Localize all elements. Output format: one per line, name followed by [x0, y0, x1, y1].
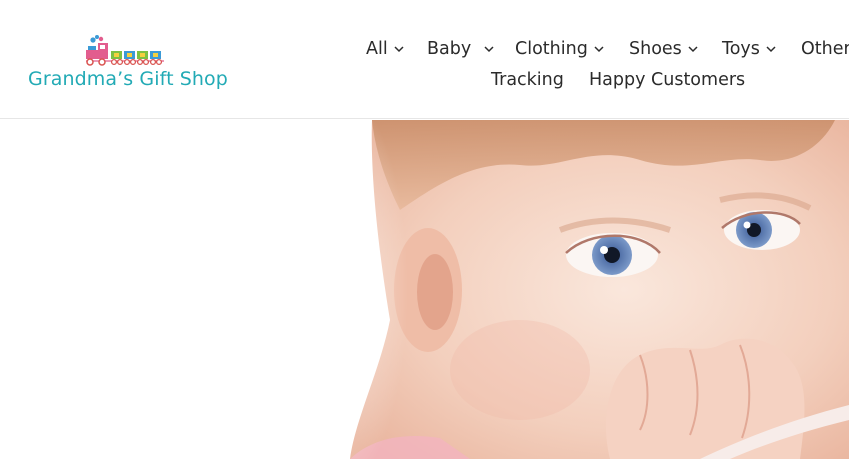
nav-item-happy-customers[interactable]: Happy Customers — [589, 68, 745, 92]
nav-item-tracking[interactable]: Tracking — [491, 68, 564, 92]
nav-item-label: Other — [801, 39, 849, 59]
nav-item-label: Happy Customers — [589, 70, 746, 90]
nav-item-clothing[interactable]: Clothing — [515, 37, 605, 61]
main-navigation: All Baby Clothing Shoes Toys Other Track… — [0, 0, 849, 119]
chevron-down-icon — [483, 44, 495, 54]
nav-item-all[interactable]: All — [366, 37, 405, 61]
nav-item-other[interactable]: Other — [801, 37, 849, 61]
nav-item-label: Tracking — [491, 70, 564, 90]
chevron-down-icon — [593, 44, 605, 54]
nav-item-label: Toys — [722, 39, 760, 59]
nav-item-label: Clothing — [515, 39, 588, 59]
chevron-down-icon — [687, 44, 699, 54]
baby-face-photo — [0, 120, 849, 459]
chevron-down-icon — [765, 44, 777, 54]
nav-item-label: Baby — [427, 39, 472, 59]
nav-item-shoes[interactable]: Shoes — [629, 37, 699, 61]
nav-item-toys[interactable]: Toys — [722, 37, 777, 61]
nav-item-baby[interactable]: Baby — [427, 37, 495, 61]
chevron-down-icon — [393, 44, 405, 54]
hero-banner — [0, 120, 849, 459]
site-header: Grandma’s Gift Shop All Baby Clothing Sh… — [0, 0, 849, 119]
nav-item-label: Shoes — [629, 39, 682, 59]
nav-item-label: All — [366, 39, 388, 59]
